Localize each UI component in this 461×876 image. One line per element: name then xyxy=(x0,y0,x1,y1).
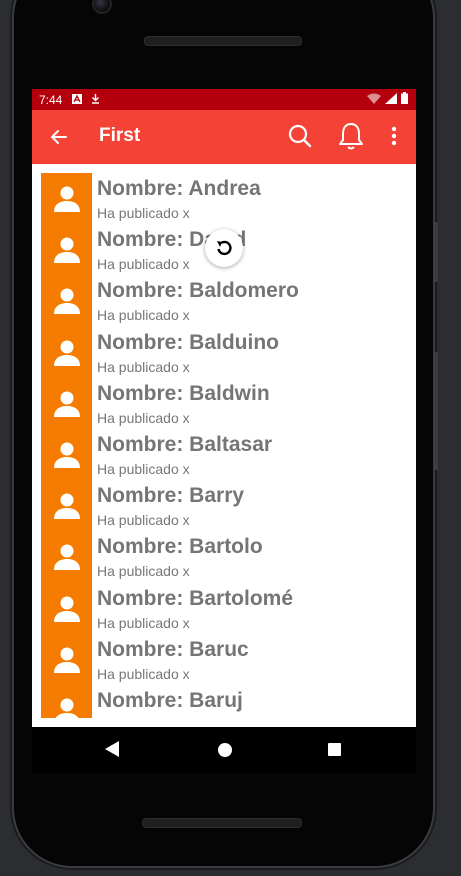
power-button xyxy=(433,352,438,470)
avatar xyxy=(41,377,92,429)
user-subtitle: Ha publicado x xyxy=(97,358,190,375)
list-item[interactable]: Nombre: Baruj xyxy=(41,684,411,718)
signal-icon xyxy=(385,92,397,107)
back-triangle-icon[interactable] xyxy=(105,741,119,762)
user-subtitle: Ha publicado x xyxy=(97,512,190,529)
user-subtitle: Ha publicado x xyxy=(97,665,190,682)
search-icon[interactable] xyxy=(287,123,313,149)
wifi-icon xyxy=(367,93,381,107)
user-name: Nombre: Barry xyxy=(97,484,245,508)
download-icon xyxy=(91,93,100,107)
status-bar: 7:44 xyxy=(32,89,416,110)
user-name: Nombre: Baldwin xyxy=(97,381,270,405)
avatar xyxy=(41,582,92,634)
avatar xyxy=(41,684,92,718)
status-time: 7:44 xyxy=(39,92,63,107)
user-name: Nombre: Balduino xyxy=(97,330,279,354)
user-subtitle: Ha publicado x xyxy=(97,460,190,477)
user-subtitle: Ha publicado x xyxy=(97,409,190,426)
user-name: Nombre: Andrea xyxy=(97,177,261,200)
user-subtitle: Ha publicado x xyxy=(97,563,190,580)
user-name: Nombre: Baltasar xyxy=(97,432,273,456)
home-circle-icon[interactable] xyxy=(218,743,232,757)
front-camera xyxy=(92,0,112,14)
list-item[interactable]: Nombre: Bartolo Ha publicado x xyxy=(41,531,411,583)
avatar xyxy=(41,428,92,481)
list-item[interactable]: Nombre: Baldomero Ha publicado x xyxy=(41,275,411,327)
battery-icon xyxy=(401,92,408,107)
app-screen: 7:44 First Nombre: Andrea Ha publicado x… xyxy=(32,89,416,727)
recents-square-icon[interactable] xyxy=(328,743,341,756)
app-bar-title: First xyxy=(99,125,141,146)
system-nav-bar xyxy=(32,727,416,773)
list-item[interactable]: Nombre: Andrea Ha publicado x xyxy=(41,173,411,225)
bell-icon[interactable] xyxy=(338,121,364,151)
user-name: Nombre: Baldomero xyxy=(97,279,299,303)
list-item[interactable]: Nombre: Baruc Ha publicado x xyxy=(41,633,411,685)
user-subtitle: Ha publicado x xyxy=(97,205,190,221)
avatar xyxy=(41,531,92,583)
avatar xyxy=(41,480,92,532)
user-name: Nombre: Baruc xyxy=(97,637,249,661)
back-arrow-icon[interactable] xyxy=(48,126,70,148)
list-item[interactable]: Nombre: Baldwin Ha publicado x xyxy=(41,377,411,429)
list-item[interactable]: Nombre: Balduino Ha publicado x xyxy=(41,326,411,378)
volume-button xyxy=(433,222,438,282)
app-bar: First xyxy=(32,110,416,164)
list-item[interactable]: Nombre: Baltasar Ha publicado x xyxy=(41,428,411,481)
user-subtitle: Ha publicado x xyxy=(97,614,190,631)
more-vert-icon[interactable] xyxy=(387,124,401,150)
user-name: Nombre: Bartolomé xyxy=(97,586,294,610)
list-item[interactable]: Nombre: Bartolomé Ha publicado x xyxy=(41,582,411,634)
avatar xyxy=(41,633,92,685)
user-name: Nombre: Baruj xyxy=(97,688,243,712)
list-item[interactable]: Nombre: Barry Ha publicado x xyxy=(41,480,411,532)
avatar xyxy=(41,224,92,276)
user-subtitle: Ha publicado x xyxy=(97,307,190,324)
user-name: Nombre: Bartolo xyxy=(97,535,263,559)
a-icon xyxy=(72,93,83,107)
avatar xyxy=(41,326,92,378)
pull-to-refresh-indicator xyxy=(205,229,243,267)
avatar xyxy=(41,275,92,327)
avatar xyxy=(41,173,92,225)
user-subtitle: Ha publicado x xyxy=(97,256,190,273)
top-speaker xyxy=(144,36,302,46)
bottom-speaker xyxy=(142,818,302,828)
